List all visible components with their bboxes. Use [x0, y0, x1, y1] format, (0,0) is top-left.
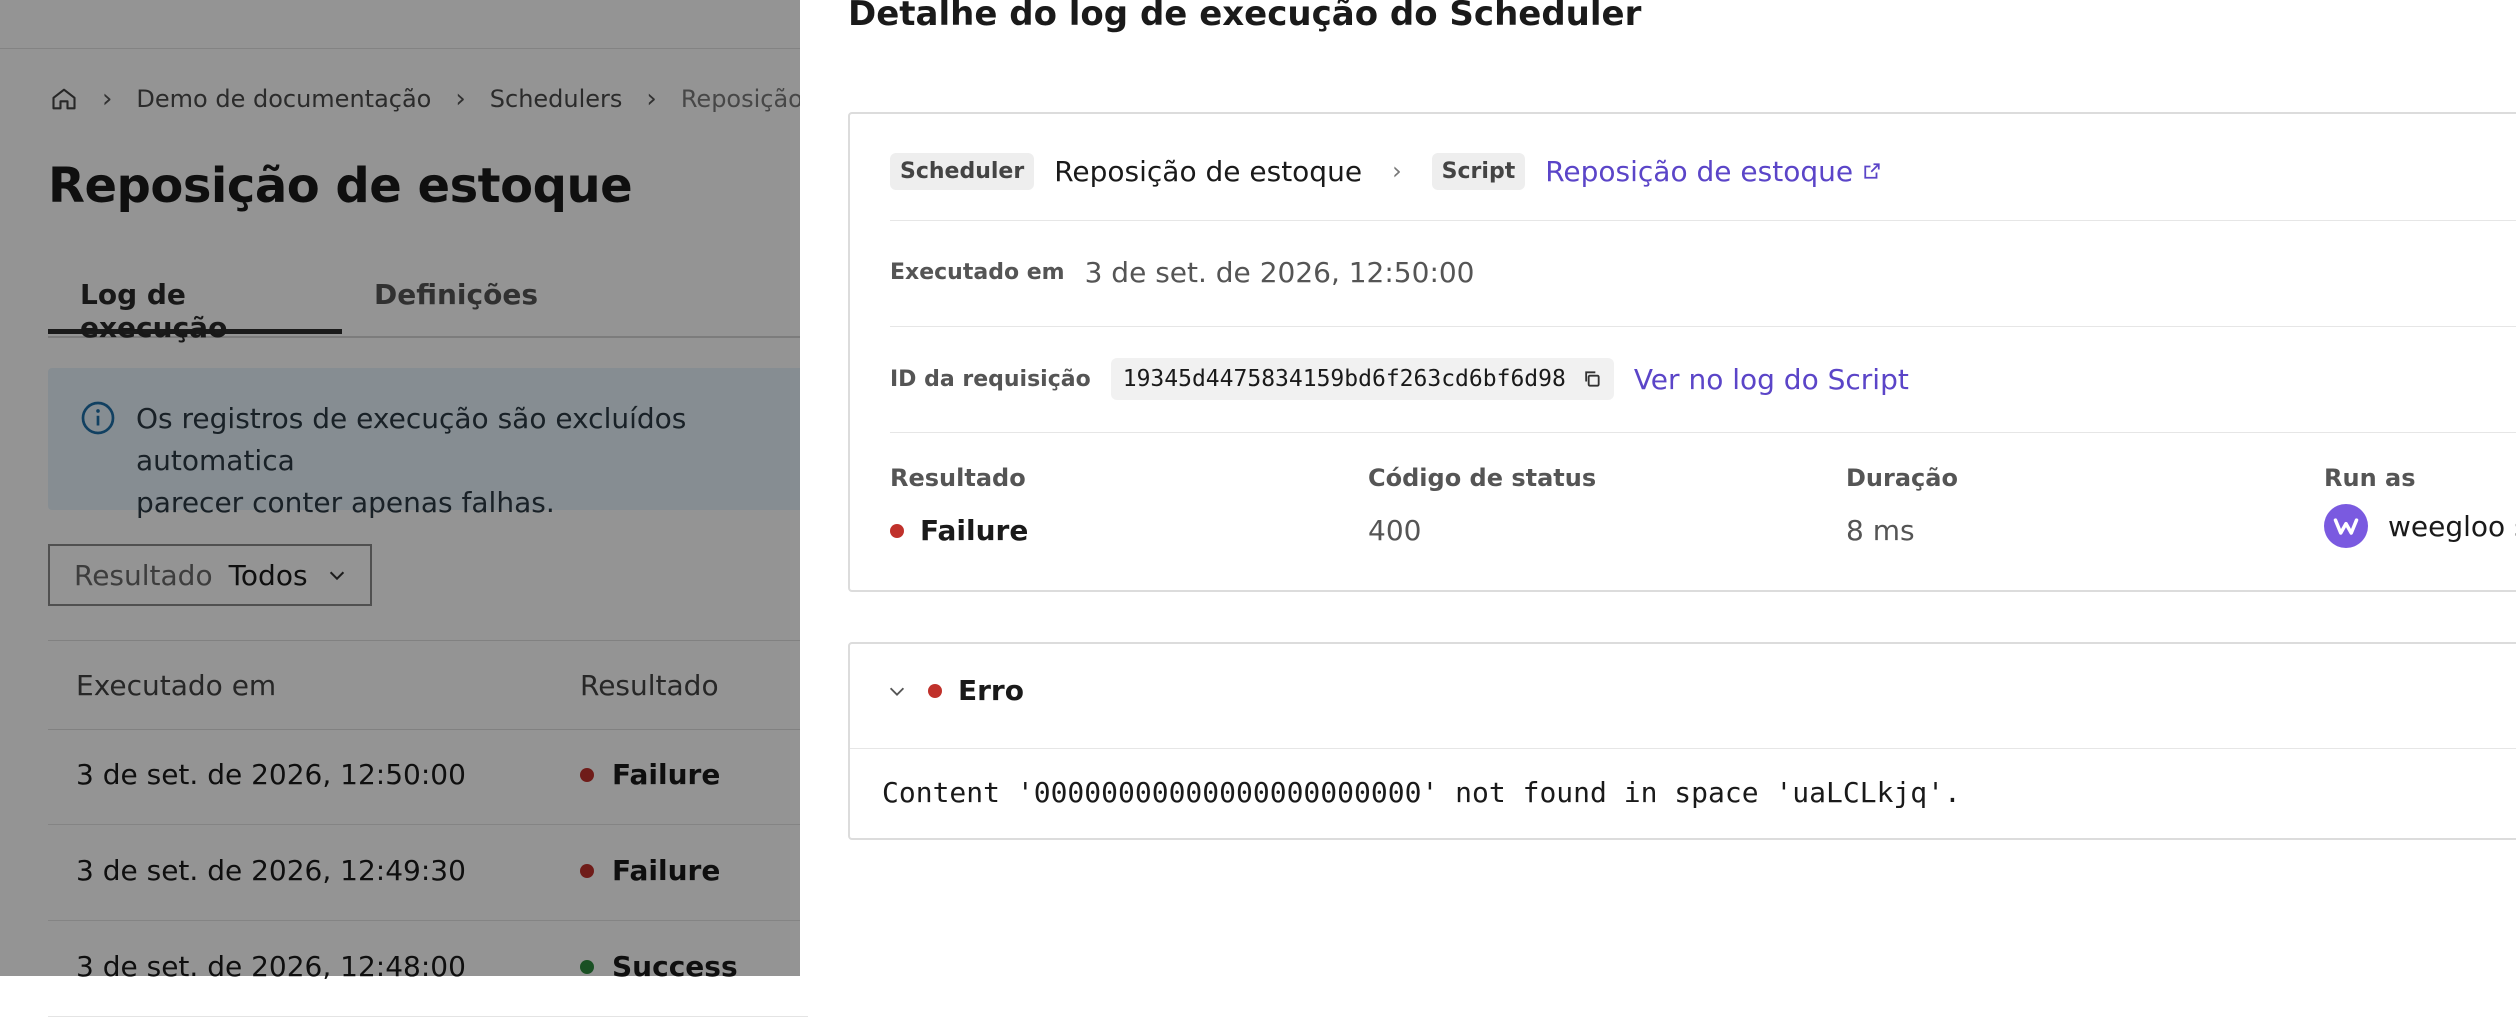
error-panel: Erro Content '00000000000000000000000' n… — [848, 642, 2516, 840]
chevron-right-icon: › — [1392, 157, 1402, 185]
run-as-value: weegloo s — [2324, 504, 2516, 548]
stat-value: Failure — [890, 514, 1028, 547]
status-code-value: 400 — [1368, 514, 1422, 547]
stat-duration: Duração 8 ms — [1846, 464, 1958, 547]
stat-label: Run as — [2324, 464, 2416, 492]
stat-label: Duração — [1846, 464, 1958, 492]
status-dot-failure — [890, 523, 904, 538]
divider — [890, 326, 2516, 327]
stat-run-as: Run as weegloo s — [2324, 464, 2516, 548]
modal-backdrop[interactable] — [0, 0, 800, 976]
script-link[interactable]: Reposição de estoque — [1545, 155, 1853, 188]
request-id-chip: 19345d4475834159bd6f263cd6bf6d98 — [1110, 358, 1614, 400]
avatar — [2324, 504, 2368, 548]
weegloo-logo-icon — [2333, 518, 2359, 535]
copy-icon[interactable] — [1582, 369, 1602, 389]
chevron-down-icon[interactable] — [886, 680, 908, 702]
executed-at-row: Executado em 3 de set. de 2026, 12:50:00 — [890, 256, 1475, 289]
error-panel-header[interactable]: Erro — [886, 674, 1024, 707]
error-message: Content '00000000000000000000000' not fo… — [882, 776, 1961, 809]
stat-status-code: Código de status 400 — [1368, 464, 1596, 547]
drawer-title: Detalhe do log de execução do Scheduler — [848, 0, 1642, 34]
log-detail-drawer: Detalhe do log de execução do Scheduler … — [800, 0, 2516, 976]
request-id-row: ID da requisição 19345d4475834159bd6f263… — [890, 358, 1909, 400]
scheduler-name: Reposição de estoque — [1054, 154, 1363, 188]
view-script-log-link[interactable]: Ver no log do Script — [1634, 363, 1909, 396]
stat-label: Resultado — [890, 464, 1026, 492]
divider — [890, 432, 2516, 433]
stat-label: Código de status — [1368, 464, 1597, 492]
request-id-value: 19345d4475834159bd6f263cd6bf6d98 — [1122, 366, 1566, 392]
external-link-icon[interactable] — [1863, 162, 1881, 180]
log-detail-card: Scheduler Reposição de estoque › Script … — [848, 112, 2516, 592]
duration-value: 8 ms — [1846, 514, 1915, 547]
request-id-label: ID da requisição — [890, 366, 1091, 392]
status-dot-failure — [928, 683, 942, 698]
script-tag: Script — [1431, 152, 1526, 190]
stat-result: Resultado Failure — [890, 464, 1028, 547]
divider — [850, 748, 2516, 749]
run-as-name: weegloo s — [2388, 509, 2516, 543]
error-title: Erro — [958, 674, 1024, 707]
scheduler-tag: Scheduler — [890, 152, 1035, 190]
scheduler-script-row: Scheduler Reposição de estoque › Script … — [890, 146, 1881, 196]
result-value: Failure — [920, 514, 1029, 547]
stats-row: Resultado Failure Código de status 400 D… — [890, 464, 2516, 574]
executed-at-label: Executado em — [890, 260, 1065, 285]
divider — [890, 220, 2516, 221]
executed-at-value: 3 de set. de 2026, 12:50:00 — [1084, 256, 1475, 289]
